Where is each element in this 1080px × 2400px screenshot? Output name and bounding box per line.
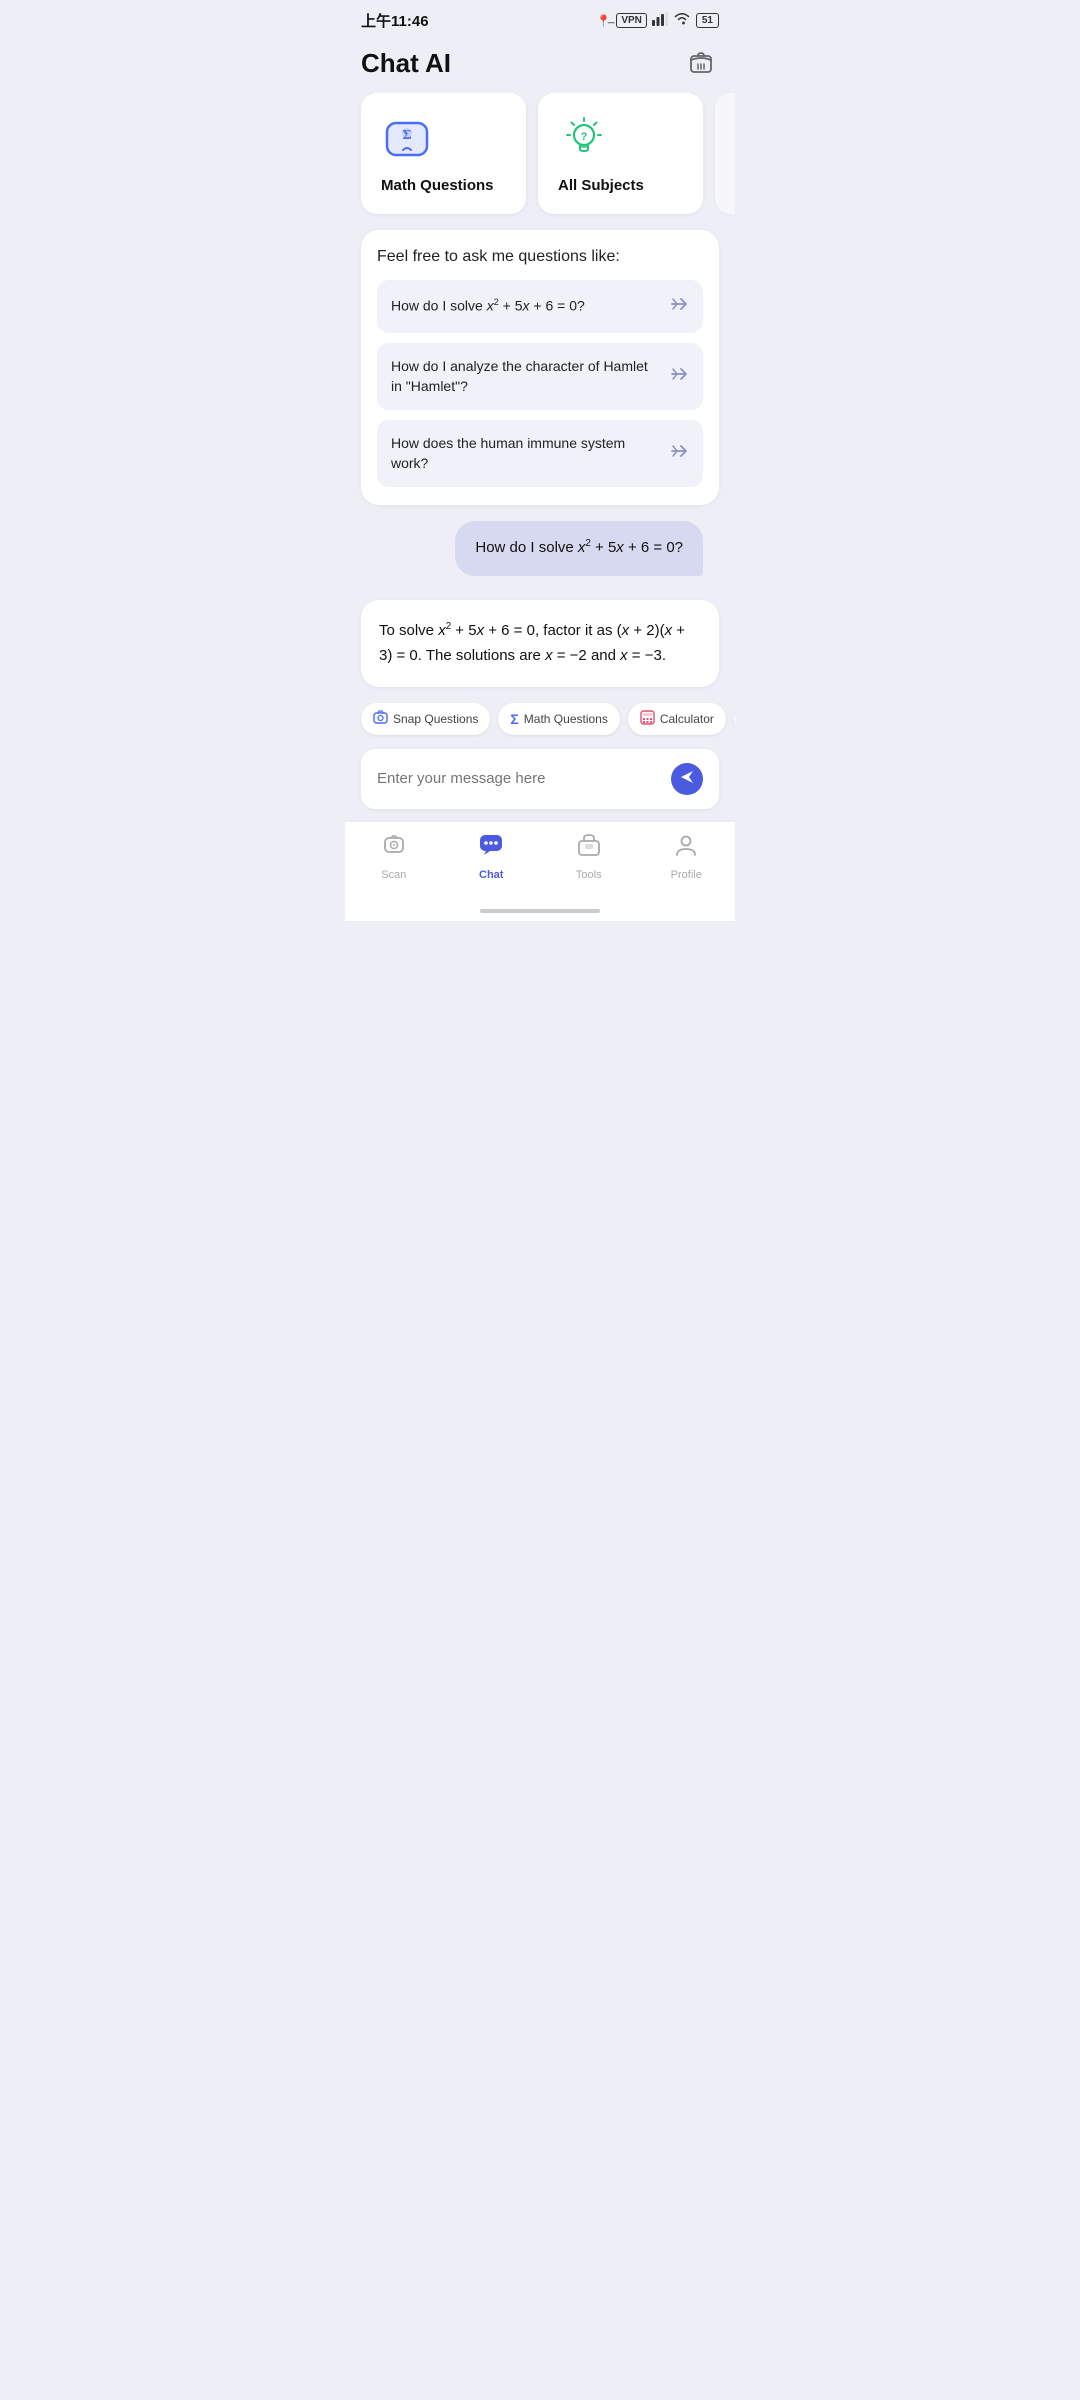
suggestion-item-1[interactable]: How do I solve x2 + 5x + 6 = 0?	[377, 280, 703, 333]
battery-indicator: 51	[696, 13, 719, 28]
signal-icon	[652, 12, 668, 29]
chip-math-label: Math Questions	[524, 712, 608, 726]
chip-snap-label: Snap Questions	[393, 712, 478, 726]
message-input-bar	[361, 749, 719, 809]
category-card-extra[interactable]	[715, 93, 735, 214]
suggestion-text-1: How do I solve x2 + 5x + 6 = 0?	[391, 296, 661, 316]
math-icon: Σ	[381, 113, 433, 165]
chip-math[interactable]: Σ Math Questions	[498, 703, 619, 735]
subjects-icon: ?	[558, 113, 610, 165]
scan-nav-label: Scan	[381, 869, 406, 881]
suggestion-item-2[interactable]: How do I analyze the character of Hamlet…	[377, 343, 703, 410]
ai-response-text: To solve x2 + 5x + 6 = 0, factor it as (…	[379, 622, 685, 665]
app-header: Chat AI	[345, 37, 735, 93]
send-button-icon	[679, 769, 695, 788]
ai-response-card: To solve x2 + 5x + 6 = 0, factor it as (…	[361, 600, 719, 687]
status-bar: 上午11:46 📍̶ VPN 51	[345, 0, 735, 37]
profile-nav-label: Profile	[671, 869, 702, 881]
chat-nav-icon	[478, 832, 504, 865]
category-card-math[interactable]: Σ Math Questions	[361, 93, 526, 214]
home-indicator	[345, 901, 735, 921]
suggestions-card: Feel free to ask me questions like: How …	[361, 230, 719, 505]
suggestion-send-icon-3	[669, 441, 689, 466]
scan-nav-icon	[381, 832, 407, 865]
chat-nav-label: Chat	[479, 869, 503, 881]
suggestion-text-3: How does the human immune system work?	[391, 434, 661, 473]
category-scroll: Σ Math Questions ? All Subject	[345, 93, 735, 230]
message-input[interactable]	[377, 770, 661, 787]
suggestion-item-3[interactable]: How does the human immune system work?	[377, 420, 703, 487]
chip-calc-label: Calculator	[660, 712, 714, 726]
suggestion-text-2: How do I analyze the character of Hamlet…	[391, 357, 661, 396]
vpn-badge: VPN	[616, 13, 647, 28]
calc-chip-icon	[640, 710, 655, 728]
app-title: Chat AI	[361, 48, 451, 79]
snap-chip-icon	[373, 710, 388, 728]
status-time: 上午11:46	[361, 10, 429, 31]
suggestions-title: Feel free to ask me questions like:	[377, 248, 703, 266]
category-card-subjects[interactable]: ? All Subjects	[538, 93, 703, 214]
user-message-bubble: How do I solve x2 + 5x + 6 = 0?	[455, 521, 703, 576]
tools-nav-label: Tools	[576, 869, 602, 881]
chip-calculator[interactable]: Calculator	[628, 703, 726, 735]
bottom-nav: Scan Chat Tools	[345, 821, 735, 901]
nav-item-scan[interactable]: Scan	[345, 832, 443, 881]
quick-chips: Snap Questions Σ Math Questions Calculat…	[345, 703, 735, 749]
status-icons: 📍̶ VPN 51	[596, 12, 719, 29]
math-label: Math Questions	[381, 177, 506, 194]
suggestion-send-icon-1	[669, 294, 689, 319]
chip-snap[interactable]: Snap Questions	[361, 703, 490, 735]
nav-item-chat[interactable]: Chat	[443, 832, 541, 881]
subjects-label: All Subjects	[558, 177, 683, 194]
nav-item-tools[interactable]: Tools	[540, 832, 638, 881]
profile-nav-icon	[673, 832, 699, 865]
svg-text:?: ?	[581, 131, 588, 143]
wifi-icon	[673, 12, 691, 29]
tools-nav-icon	[576, 832, 602, 865]
home-bar	[480, 909, 600, 913]
chip-tools[interactable]: Tools	[734, 703, 735, 735]
nav-item-profile[interactable]: Profile	[638, 832, 736, 881]
math-chip-icon: Σ	[510, 711, 518, 727]
location-off-icon: 📍̶	[596, 14, 611, 28]
svg-text:Σ: Σ	[402, 128, 411, 143]
clear-chat-button[interactable]	[683, 45, 719, 81]
send-button[interactable]	[671, 763, 703, 795]
suggestion-send-icon-2	[669, 364, 689, 389]
